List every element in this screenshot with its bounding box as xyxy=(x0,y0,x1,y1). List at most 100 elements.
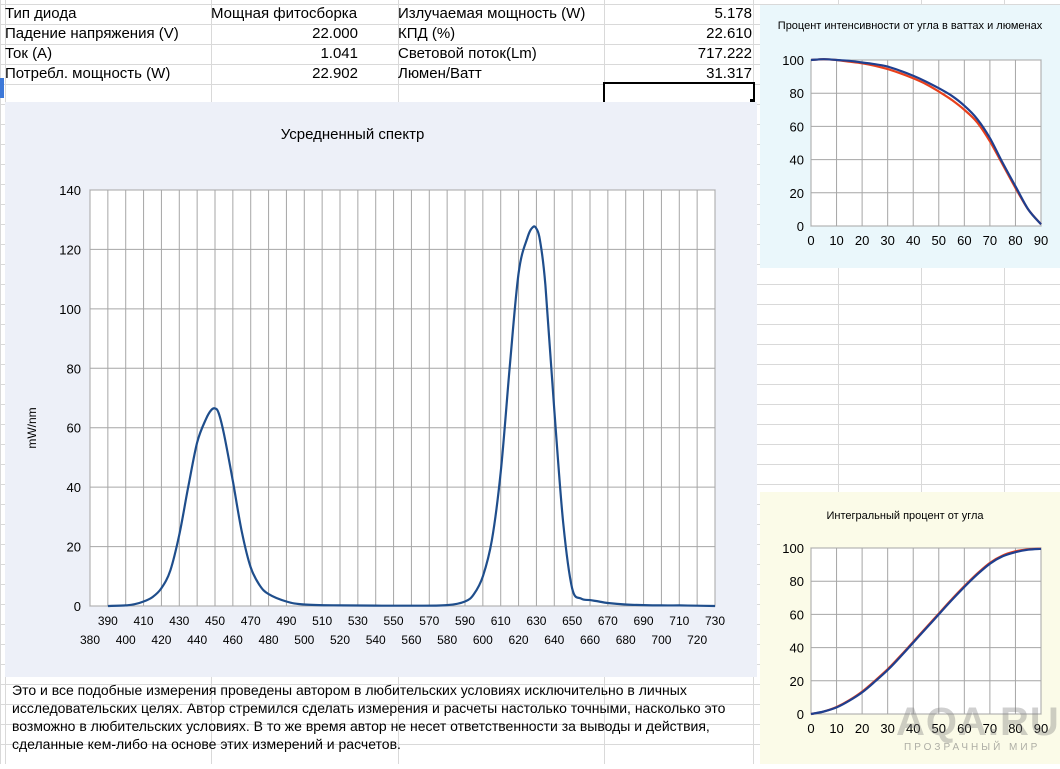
x-tick-label-lower: 440 xyxy=(187,633,207,647)
y-tick-label: 40 xyxy=(790,153,804,168)
cell-voltage-drop-value[interactable]: 22.000 xyxy=(211,25,358,43)
x-tick-label-lower: 540 xyxy=(366,633,386,647)
x-tick-label-lower: 520 xyxy=(330,633,350,647)
spectrum-chart[interactable]: 0 20 40 60 80 100 120 140 390 410 430 450 470 490 510 5… xyxy=(5,102,757,677)
x-tick-label-upper: 610 xyxy=(491,614,511,628)
cell-consumed-power-label[interactable]: Потребл. мощность (W) xyxy=(5,65,170,83)
y-tick-label: 60 xyxy=(790,607,804,622)
x-tick-label-lower: 380 xyxy=(80,633,100,647)
x-tick-label-upper: 650 xyxy=(562,614,582,628)
x-tick-label-lower: 560 xyxy=(401,633,421,647)
x-tick-label: 50 xyxy=(932,233,946,248)
x-tick-label: 80 xyxy=(1008,233,1022,248)
x-tick-label-lower: 600 xyxy=(473,633,493,647)
x-tick-label-lower: 620 xyxy=(509,633,529,647)
row-selection-marker xyxy=(0,78,4,98)
plot-area xyxy=(89,189,716,607)
x-tick-label: 70 xyxy=(983,233,997,248)
y-tick-label: 140 xyxy=(59,183,81,198)
cell-luminous-flux-value[interactable]: 717.222 xyxy=(604,45,752,63)
chart-title: Усредненный спектр xyxy=(281,126,425,143)
watermark-logo: AQA.RU ПРОЗРАЧНЫЙ МИР xyxy=(896,700,1059,760)
x-tick-label-lower: 720 xyxy=(687,633,707,647)
y-tick-label: 20 xyxy=(790,674,804,689)
cell-consumed-power-value[interactable]: 22.902 xyxy=(211,65,358,83)
y-tick-label: 0 xyxy=(797,707,804,722)
cell-current-value[interactable]: 1.041 xyxy=(211,45,358,63)
cell-lumen-per-watt-value[interactable]: 31.317 xyxy=(604,65,752,83)
cell-diode-type-value[interactable]: Мощная фитосборка xyxy=(211,5,357,23)
cell-current-label[interactable]: Ток (A) xyxy=(5,45,52,63)
angle-intensity-chart[interactable]: 0 10 20 30 40 50 60 70 80 90 0 20 40 60 80 100 Процент и… xyxy=(760,5,1060,268)
cell-radiated-power-value[interactable]: 5.178 xyxy=(604,5,752,23)
angle-intensity-chart-svg: 0 10 20 30 40 50 60 70 80 90 0 20 40 60 80 100 Процент и… xyxy=(778,20,1048,248)
y-axis-label: mW/nm xyxy=(25,407,39,448)
x-tick-label: 20 xyxy=(855,233,869,248)
x-tick-label-upper: 390 xyxy=(98,614,118,628)
x-tick-label-upper: 690 xyxy=(634,614,654,628)
x-tick-label-lower: 480 xyxy=(259,633,279,647)
x-tick-label: 30 xyxy=(880,721,894,736)
cell-efficiency-value[interactable]: 22.610 xyxy=(604,25,752,43)
cell-radiated-power-label[interactable]: Излучаемая мощность (W) xyxy=(398,5,585,23)
x-tick-label: 90 xyxy=(1034,233,1048,248)
cell-lumen-per-watt-label[interactable]: Люмен/Ватт xyxy=(398,65,482,83)
x-tick-label-upper: 630 xyxy=(526,614,546,628)
y-tick-label: 80 xyxy=(790,574,804,589)
x-tick-label: 0 xyxy=(807,721,814,736)
x-tick-label-lower: 460 xyxy=(223,633,243,647)
y-tick-label: 0 xyxy=(74,599,81,614)
x-tick-label-lower: 640 xyxy=(544,633,564,647)
x-tick-label-upper: 430 xyxy=(169,614,189,628)
x-tick-label-upper: 590 xyxy=(455,614,475,628)
watermark-sub: ПРОЗРАЧНЫЙ МИР xyxy=(904,742,1041,753)
x-tick-label-upper: 730 xyxy=(705,614,725,628)
x-tick-label: 40 xyxy=(906,233,920,248)
x-tick-label-upper: 450 xyxy=(205,614,225,628)
y-tick-label: 60 xyxy=(790,119,804,134)
x-tick-label-upper: 710 xyxy=(669,614,689,628)
x-tick-label: 0 xyxy=(807,233,814,248)
x-tick-label-upper: 530 xyxy=(348,614,368,628)
watermark-main: AQA.RU xyxy=(896,700,1060,744)
x-tick-label-upper: 670 xyxy=(598,614,618,628)
x-tick-label-upper: 570 xyxy=(419,614,439,628)
x-tick-label-lower: 420 xyxy=(151,633,171,647)
x-tick-label-lower: 580 xyxy=(437,633,457,647)
x-tick-label-upper: 510 xyxy=(312,614,332,628)
disclaimer-text: Это и все подобные измерения проведены а… xyxy=(12,682,726,752)
spectrum-chart-svg: 0 20 40 60 80 100 120 140 390 410 430 450 470 490 510 5… xyxy=(25,126,725,647)
y-tick-label: 80 xyxy=(67,361,81,376)
y-tick-label: 20 xyxy=(790,186,804,201)
plot-area xyxy=(810,547,1042,715)
active-cell-selection[interactable] xyxy=(603,82,755,104)
x-tick-label-upper: 410 xyxy=(134,614,154,628)
y-tick-label: 100 xyxy=(59,302,81,317)
x-tick-label: 10 xyxy=(829,721,843,736)
cell-diode-type-label[interactable]: Тип диода xyxy=(5,5,76,23)
chart-title: Процент интенсивности от угла в ваттах и… xyxy=(778,20,1043,32)
x-tick-label-upper: 470 xyxy=(241,614,261,628)
x-tick-label-upper: 550 xyxy=(384,614,404,628)
cell-efficiency-label[interactable]: КПД (%) xyxy=(398,25,455,43)
y-tick-label: 80 xyxy=(790,86,804,101)
x-tick-label-lower: 680 xyxy=(616,633,636,647)
y-tick-label: 100 xyxy=(782,53,804,68)
y-tick-label: 20 xyxy=(67,540,81,555)
y-tick-label: 40 xyxy=(67,480,81,495)
x-tick-label: 10 xyxy=(829,233,843,248)
x-tick-label: 30 xyxy=(880,233,894,248)
y-tick-label: 0 xyxy=(797,219,804,234)
x-tick-label-lower: 400 xyxy=(116,633,136,647)
x-tick-label: 20 xyxy=(855,721,869,736)
cell-luminous-flux-label[interactable]: Световой поток(Lm) xyxy=(398,45,537,63)
x-tick-label-lower: 700 xyxy=(651,633,671,647)
y-tick-label: 40 xyxy=(790,641,804,656)
x-tick-label-lower: 500 xyxy=(294,633,314,647)
chart-title: Интегральный процент от угла xyxy=(826,510,984,522)
x-tick-label: 60 xyxy=(957,233,971,248)
y-tick-label: 60 xyxy=(67,421,81,436)
cell-voltage-drop-label[interactable]: Падение напряжения (V) xyxy=(5,25,179,43)
y-tick-label: 120 xyxy=(59,242,81,257)
y-tick-label: 100 xyxy=(782,541,804,556)
